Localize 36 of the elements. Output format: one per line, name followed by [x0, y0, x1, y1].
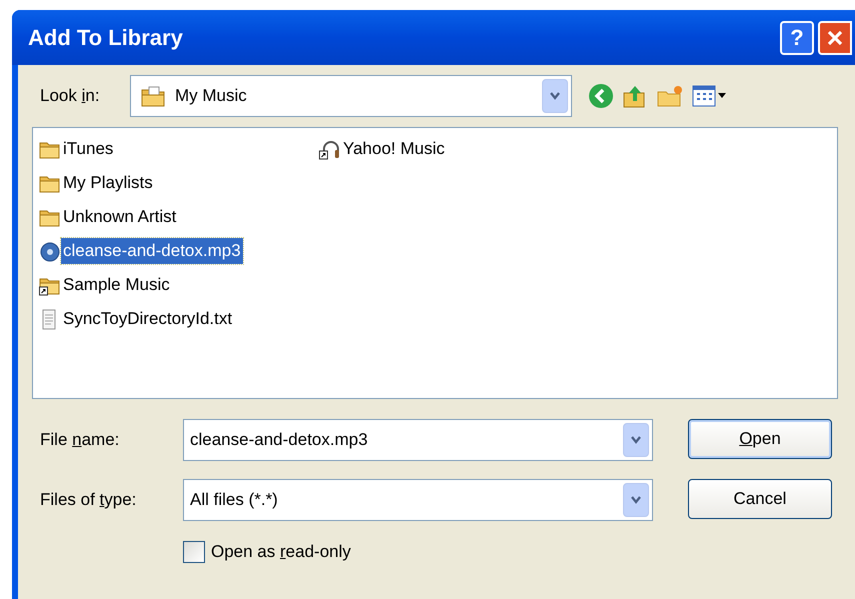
look-in-dropdown[interactable]: My Music [130, 75, 572, 117]
file-item[interactable]: SyncToyDirectoryId.txt [39, 302, 319, 336]
audio-file-icon [39, 240, 61, 262]
dialog-button[interactable]: Open [688, 419, 832, 459]
file-item[interactable]: cleanse-and-detox.mp3 [39, 234, 319, 268]
read-only-label: Open as read-only [211, 541, 351, 563]
file-item[interactable]: My Playlists [39, 166, 319, 200]
file-item[interactable]: iTunes [39, 132, 319, 166]
chevron-down-icon [630, 495, 642, 505]
file-type-value: All files (*.*) [190, 489, 279, 512]
close-icon [827, 30, 843, 46]
file-type-label: Files of type: [40, 489, 138, 512]
music-folder-icon [141, 84, 167, 108]
dialog-button[interactable]: Cancel [688, 479, 832, 519]
look-in-value: My Music [175, 85, 248, 108]
new-folder-icon[interactable] [656, 84, 684, 108]
file-name-label: File name: [40, 429, 120, 452]
dropdown-arrow-button[interactable] [623, 483, 649, 517]
headphones-shortcut-icon [319, 138, 341, 160]
dropdown-arrow-button[interactable] [623, 423, 649, 457]
file-item[interactable]: Unknown Artist [39, 200, 319, 234]
file-type-dropdown[interactable]: All files (*.*) [183, 479, 653, 521]
help-button[interactable]: ? [780, 20, 814, 54]
view-menu-icon[interactable] [692, 84, 726, 108]
chevron-down-icon [549, 91, 561, 101]
look-in-label: Look in: [40, 85, 101, 108]
file-name-value: cleanse-and-detox.mp3 [190, 429, 369, 452]
back-icon[interactable] [588, 83, 614, 109]
read-only-checkbox[interactable]: Open as read-only [183, 539, 351, 564]
file-item[interactable]: Sample Music [39, 268, 319, 302]
close-button[interactable] [818, 20, 852, 54]
file-item[interactable]: Yahoo! Music [319, 132, 599, 166]
file-name-dropdown[interactable]: cleanse-and-detox.mp3 [183, 419, 653, 461]
dropdown-arrow-button[interactable] [542, 79, 568, 113]
window-title: Add To Library [28, 24, 183, 52]
chevron-down-icon [630, 435, 642, 445]
